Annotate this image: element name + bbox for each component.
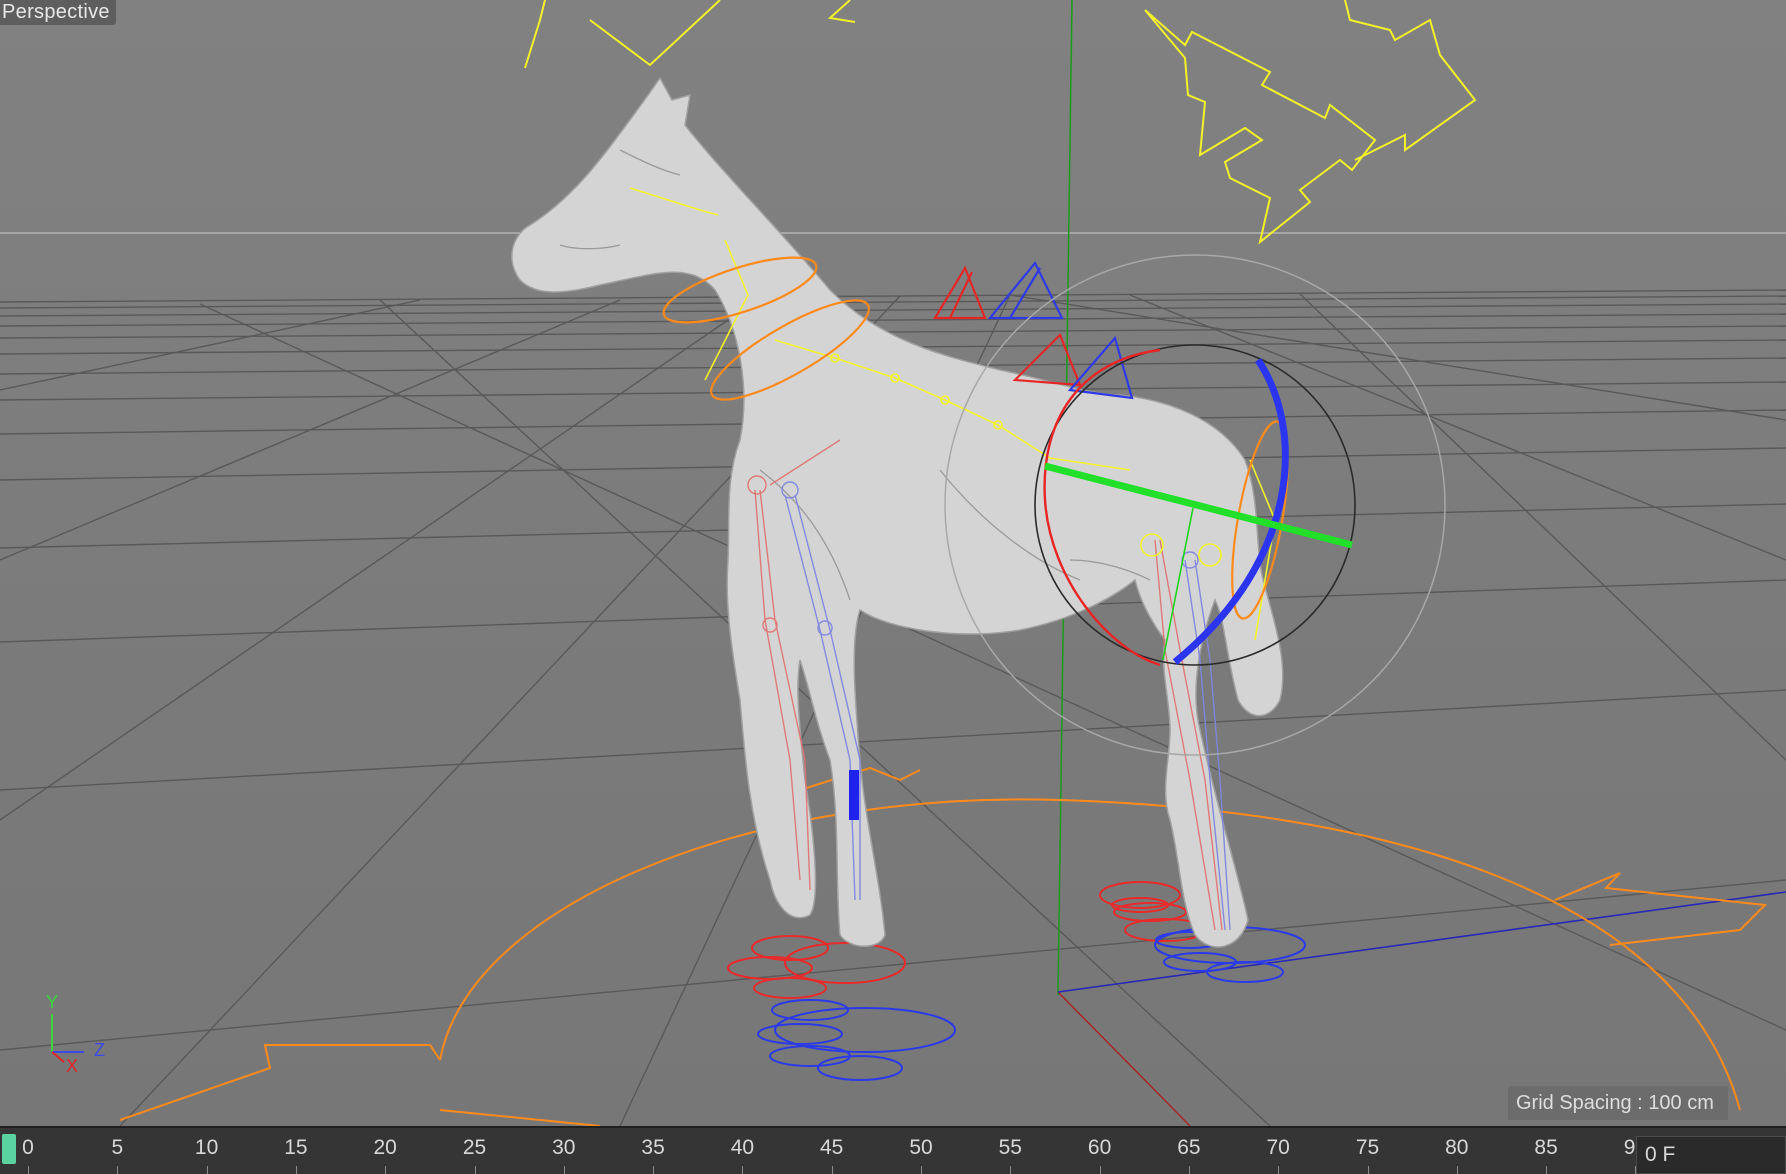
timeline-bar[interactable]: 051015202530354045505560657075808590 0 F: [0, 1126, 1786, 1174]
timeline-tick-label: 50: [909, 1136, 933, 1159]
timeline-tick-mark: [742, 1166, 744, 1174]
timeline-tick-label: 65: [1177, 1136, 1201, 1159]
timeline-tick-mark: [921, 1166, 922, 1174]
timeline-tick-mark: [1278, 1166, 1280, 1174]
viewport-camera-label[interactable]: Perspective: [0, 0, 116, 25]
horse-model[interactable]: [511, 76, 1284, 948]
timeline-tick-label: 15: [284, 1136, 308, 1159]
timeline-tick-mark: [28, 1166, 29, 1174]
axis-label-y: Y: [46, 992, 58, 1012]
timeline-tick-label: 80: [1445, 1136, 1469, 1159]
current-frame-field[interactable]: 0 F: [1636, 1136, 1786, 1174]
timeline-tick-mark: [1456, 1166, 1458, 1174]
timeline-tick-label: 55: [998, 1136, 1022, 1159]
timeline-playhead[interactable]: [2, 1134, 16, 1164]
timeline-tick-label: 35: [641, 1136, 665, 1159]
timeline-tick-mark: [1099, 1166, 1101, 1174]
timeline-tick-mark: [1010, 1166, 1012, 1174]
axis-label-x: X: [66, 1056, 78, 1072]
timeline-tick-label: 20: [373, 1136, 397, 1159]
timeline-tick-label: 60: [1087, 1136, 1112, 1159]
timeline-tick-label: 10: [194, 1136, 219, 1159]
timeline-tick-mark: [1188, 1166, 1190, 1174]
timeline-tick-label: 0: [22, 1136, 34, 1159]
timeline-ruler[interactable]: 051015202530354045505560657075808590: [0, 1128, 1647, 1174]
timeline-tick-mark: [653, 1166, 655, 1174]
timeline-tick-mark: [206, 1166, 208, 1174]
timeline-tick-label: 5: [111, 1136, 124, 1159]
timeline-tick-label: 85: [1534, 1136, 1558, 1159]
timeline-tick-mark: [385, 1166, 387, 1174]
axis-label-z: Z: [94, 1040, 105, 1060]
timeline-tick-mark: [1546, 1166, 1548, 1174]
perspective-viewport[interactable]: Perspective Y Z X Grid Spacing : 100 cm: [0, 0, 1786, 1126]
timeline-tick-mark: [295, 1166, 297, 1174]
timeline-tick-mark: [831, 1166, 833, 1174]
timeline-tick-label: 70: [1266, 1136, 1290, 1159]
timeline-tick-mark: [563, 1166, 565, 1174]
timeline-tick-label: 30: [552, 1136, 576, 1159]
grid-spacing-info: Grid Spacing : 100 cm: [1508, 1086, 1728, 1120]
timeline-tick-mark: [117, 1166, 119, 1174]
cinema4d-editor: Perspective Y Z X Grid Spacing : 100 cm …: [0, 0, 1786, 1174]
timeline-tick-label: 25: [462, 1136, 487, 1159]
timeline-tick-label: 40: [730, 1136, 755, 1159]
viewport-scene[interactable]: [0, 0, 1786, 1126]
timeline-tick-label: 45: [820, 1136, 844, 1159]
timeline-tick-mark: [1367, 1166, 1369, 1174]
axis-orientation-gizmo: Y Z X: [46, 992, 105, 1072]
timeline-tick-mark: [474, 1166, 476, 1174]
selected-bone[interactable]: [849, 770, 859, 820]
timeline-tick-label: 75: [1355, 1136, 1380, 1159]
world-x-axis: [1057, 991, 1191, 1126]
